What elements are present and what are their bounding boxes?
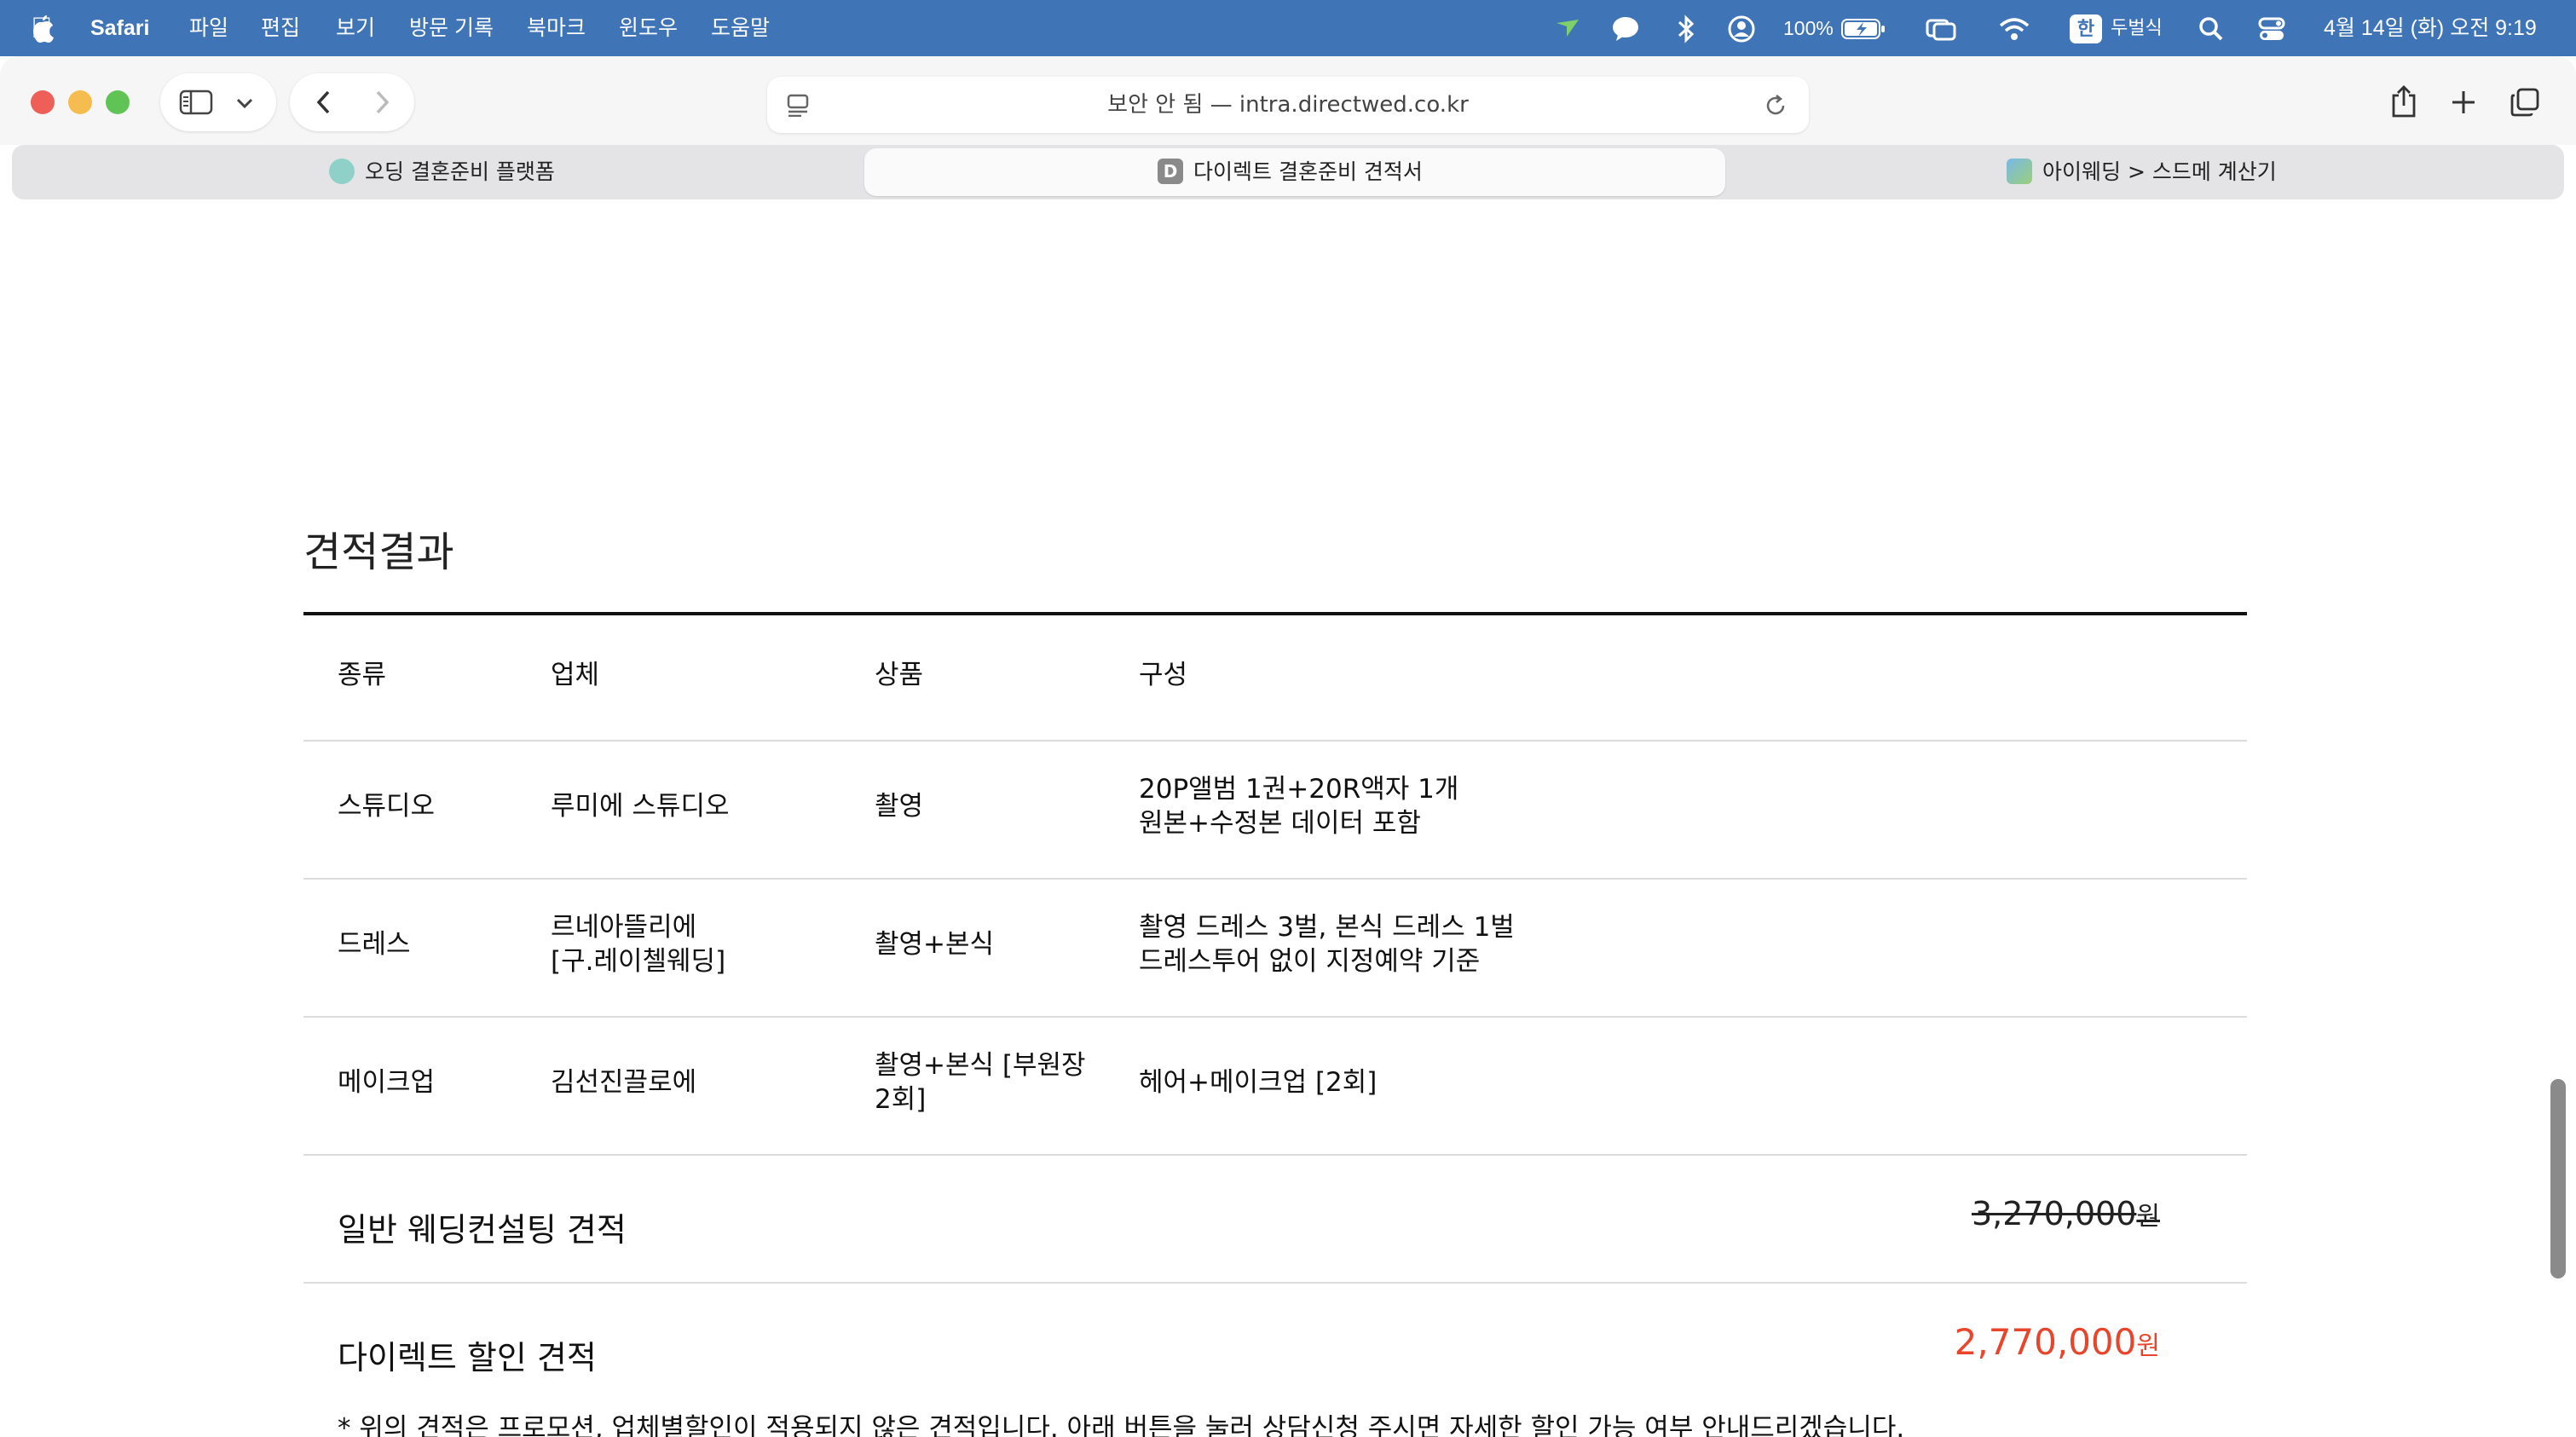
general-estimate-price: 3,270,000원 (1972, 1195, 2160, 1232)
header-divider (303, 740, 2247, 742)
tab-label: 아이웨딩 > 스드메 계산기 (2042, 159, 2277, 184)
menu-history[interactable]: 방문 기록 (409, 0, 494, 56)
tab-label: 다이렉트 결혼준비 견적서 (1193, 159, 1423, 184)
row-product: 촬영 (875, 791, 924, 822)
direct-favicon-icon: D (1158, 159, 1183, 184)
menu-view[interactable]: 보기 (336, 0, 375, 56)
title-divider (303, 612, 2247, 615)
scrollbar-thumb[interactable] (2550, 1079, 2566, 1278)
row-vendor: 김선진끌로에 (551, 1067, 697, 1098)
user-account-icon[interactable] (1727, 14, 1756, 43)
battery-percent: 100% (1783, 17, 1834, 39)
column-header-composition: 구성 (1139, 660, 1188, 690)
browser-window: 보안 안 됨 — intra.directwed.co.kr 오딩 결혼준비 플… (0, 56, 2576, 1437)
row-divider (303, 1154, 2247, 1156)
iwedding-favicon-icon (2007, 159, 2032, 184)
ime-badge: 한 (2070, 14, 2102, 44)
back-chevron-icon[interactable] (307, 87, 341, 118)
row-type: 드레스 (338, 929, 411, 960)
reload-icon[interactable] (1763, 93, 1788, 118)
column-header-product: 상품 (875, 660, 924, 690)
ime-label: 두벌식 (2111, 17, 2163, 38)
input-method[interactable]: 한 두벌식 (2070, 0, 2163, 56)
address-bar[interactable]: 보안 안 됨 — intra.directwed.co.kr (767, 77, 1809, 133)
direct-estimate-amount: 2,770,000 (1954, 1321, 2137, 1363)
menubar-clock[interactable]: 4월 14일 (화) 오전 9:19 (2324, 0, 2537, 56)
direct-estimate-unit: 원 (2136, 1331, 2160, 1361)
oding-favicon-icon (329, 159, 355, 184)
row-composition-line2: 원본+수정본 데이터 포함 (1139, 808, 1421, 839)
tab-label: 오딩 결혼준비 플랫폼 (365, 159, 555, 184)
row-vendor-line2: [구.레이첼웨딩] (551, 946, 726, 977)
address-text: 보안 안 됨 — intra.directwed.co.kr (1107, 92, 1469, 118)
menu-bookmarks[interactable]: 북마크 (527, 0, 586, 56)
row-type: 메이크업 (338, 1067, 436, 1098)
menu-edit[interactable]: 편집 (261, 0, 300, 56)
tab-iwedding[interactable]: 아이웨딩 > 스드메 계산기 (2007, 145, 2277, 199)
menu-bar:  Safari 파일 편집 보기 방문 기록 북마크 윈도우 도움말 100%… (0, 0, 2576, 56)
apple-logo-icon[interactable] (29, 14, 55, 43)
row-vendor-line1: 르네아뜰리에 (551, 912, 697, 943)
zoom-window-button[interactable] (106, 90, 130, 114)
tab-direct-estimate[interactable]: D 다이렉트 결혼준비 견적서 (1158, 145, 1423, 199)
control-center-icon[interactable] (2257, 14, 2286, 43)
close-window-button[interactable] (31, 90, 55, 114)
estimate-divider (303, 1282, 2247, 1284)
battery-charging-icon[interactable] (1841, 19, 1886, 39)
tab-oding[interactable]: 오딩 결혼준비 플랫폼 (329, 145, 555, 199)
row-divider (303, 1016, 2247, 1018)
menu-window[interactable]: 윈도우 (619, 0, 678, 56)
forward-chevron-icon[interactable] (365, 87, 399, 118)
direct-estimate-label: 다이렉트 할인 견적 (338, 1339, 597, 1376)
row-product-line1: 촬영+본식 [부원장 (875, 1050, 1086, 1081)
bluetooth-icon[interactable] (1674, 14, 1698, 43)
direct-estimate-price: 2,770,000원 (1955, 1321, 2160, 1363)
column-header-vendor: 업체 (551, 660, 600, 690)
general-estimate-amount: 3,270,000 (1971, 1195, 2137, 1232)
page-content: 견적결과 종류 업체 상품 구성 스튜디오 루미에 스튜디오 촬영 20P앨범 … (0, 199, 2557, 1437)
minimize-window-button[interactable] (68, 90, 92, 114)
row-product: 촬영+본식 (875, 929, 995, 960)
menu-file[interactable]: 파일 (189, 0, 228, 56)
row-product-line2: 2회] (875, 1084, 927, 1115)
row-composition-line2: 드레스투어 없이 지정예약 기준 (1139, 946, 1481, 977)
location-flag-icon[interactable] (1553, 14, 1582, 43)
general-estimate-label: 일반 웨딩컨설팅 견적 (338, 1211, 627, 1249)
row-vendor: 루미에 스튜디오 (551, 791, 730, 822)
row-composition-line1: 20P앨범 1권+20R액자 1개 (1139, 774, 1459, 805)
general-estimate-unit: 원 (2136, 1202, 2160, 1232)
screen-mirroring-icon[interactable] (1925, 14, 1957, 43)
tab-bar: 오딩 결혼준비 플랫폼 D 다이렉트 결혼준비 견적서 아이웨딩 > 스드메 계산… (12, 145, 2564, 199)
page-title: 견적결과 (303, 528, 454, 576)
browser-toolbar: 보안 안 됨 — intra.directwed.co.kr (0, 56, 2576, 145)
app-name[interactable]: Safari (90, 0, 149, 56)
new-tab-plus-icon[interactable] (2446, 85, 2481, 119)
share-icon[interactable] (2385, 82, 2423, 121)
row-divider (303, 878, 2247, 880)
tab-overview-icon[interactable] (2506, 85, 2544, 119)
tab-group-chevron-down-icon[interactable] (230, 90, 259, 116)
menu-help[interactable]: 도움말 (711, 0, 770, 56)
spotlight-search-icon[interactable] (2198, 14, 2225, 43)
column-header-type: 종류 (338, 660, 387, 690)
row-composition: 헤어+메이크업 [2회] (1139, 1067, 1378, 1098)
sidebar-toggle-icon[interactable] (177, 87, 215, 118)
row-type: 스튜디오 (338, 791, 436, 822)
messages-icon[interactable] (1611, 14, 1640, 43)
row-composition-line1: 촬영 드레스 3벌, 본식 드레스 1벌 (1139, 912, 1515, 943)
estimate-note: * 위의 견적은 프로모션, 업체별할인이 적용되지 않은 견적입니다. 아래 … (338, 1413, 1905, 1437)
wifi-icon[interactable] (1998, 14, 2030, 43)
